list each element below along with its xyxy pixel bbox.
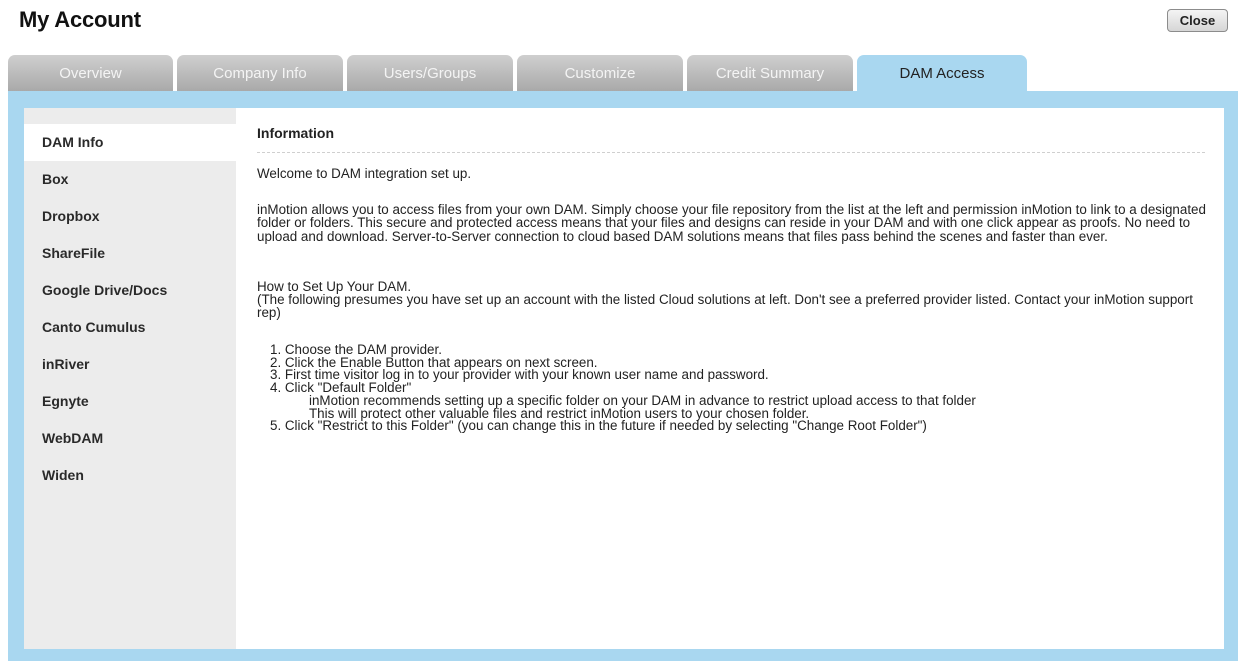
sidebar-item-dam-info[interactable]: DAM Info bbox=[24, 124, 236, 161]
presume-paragraph: (The following presumes you have set up … bbox=[257, 292, 1193, 321]
tab-customize[interactable]: Customize bbox=[517, 55, 683, 91]
tab-company-info[interactable]: Company Info bbox=[177, 55, 343, 91]
sidebar-item-sharefile[interactable]: ShareFile bbox=[24, 235, 236, 272]
intro-paragraph: inMotion allows you to access files from… bbox=[257, 202, 1206, 244]
dam-sidebar: DAM Info Box Dropbox ShareFile Google Dr… bbox=[24, 108, 236, 649]
divider bbox=[257, 152, 1205, 153]
step-item: 5. Click "Restrict to this Folder" (you … bbox=[270, 418, 927, 434]
sidebar-item-dropbox[interactable]: Dropbox bbox=[24, 198, 236, 235]
sidebar-item-egnyte[interactable]: Egnyte bbox=[24, 383, 236, 420]
sidebar-item-widen[interactable]: Widen bbox=[24, 457, 236, 494]
sidebar-item-canto-cumulus[interactable]: Canto Cumulus bbox=[24, 309, 236, 346]
sidebar-item-box[interactable]: Box bbox=[24, 161, 236, 198]
setup-steps: 1. Choose the DAM provider. 2. Click the… bbox=[270, 343, 976, 434]
information-heading: Information bbox=[257, 125, 334, 141]
tab-users-groups[interactable]: Users/Groups bbox=[347, 55, 513, 91]
page-title: My Account bbox=[19, 7, 141, 32]
sidebar-item-google-drive[interactable]: Google Drive/Docs bbox=[24, 272, 236, 309]
tab-dam-access[interactable]: DAM Access bbox=[857, 55, 1027, 91]
sidebar-item-inriver[interactable]: inRiver bbox=[24, 346, 236, 383]
sidebar-item-webdam[interactable]: WebDAM bbox=[24, 420, 236, 457]
tab-bar: Overview Company Info Users/Groups Custo… bbox=[8, 55, 1238, 91]
content-panel: DAM Info Box Dropbox ShareFile Google Dr… bbox=[24, 108, 1224, 649]
welcome-text: Welcome to DAM integration set up. bbox=[257, 166, 472, 181]
tab-content-frame: DAM Info Box Dropbox ShareFile Google Dr… bbox=[8, 91, 1238, 661]
close-button[interactable]: Close bbox=[1167, 9, 1228, 32]
tab-credit-summary[interactable]: Credit Summary bbox=[687, 55, 853, 91]
tab-overview[interactable]: Overview bbox=[8, 55, 173, 91]
